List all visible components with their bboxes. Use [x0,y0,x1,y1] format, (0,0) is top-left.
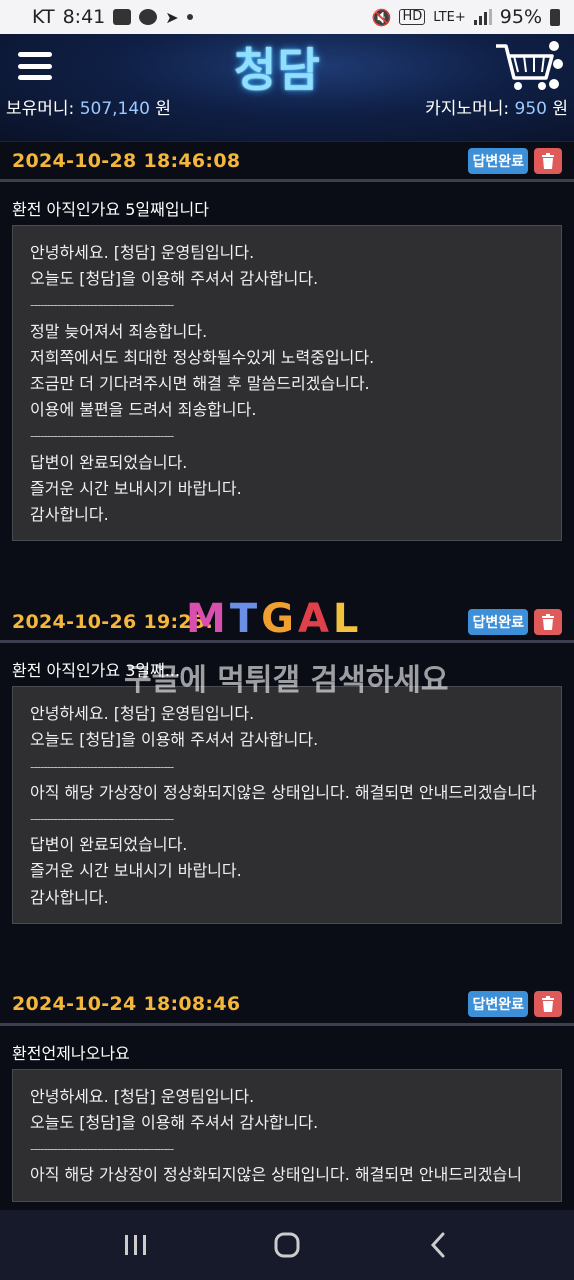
site-logo[interactable]: 청담 [234,34,321,100]
answer-line: 오늘도 [청담]을 이용해 주셔서 감사합니다. [30,730,319,750]
answer-divider: ----------------------------------------… [30,429,174,444]
casino-money: 카지노머니: 950 원 [425,94,568,119]
held-money: 보유머니: 507,140 원 [6,94,171,119]
answer-box: 안녕하세요. [청담] 운영팀입니다. 오늘도 [청담]을 이용해 주셔서 감사… [12,686,562,924]
answer-line: 즐거운 시간 보내시기 바랍니다. [30,861,242,881]
casino-money-unit: 원 [552,99,568,119]
answer-line: 즐거운 시간 보내시기 바랍니다. [30,478,242,498]
telegram-icon: ➤ [165,7,179,27]
inquiry-header: 2024-10-24 18:08:46 답변완료 [0,986,574,1026]
delete-button[interactable] [534,991,562,1018]
status-left: KT 8:41 ➤ [32,6,193,28]
gallery-icon [113,9,132,25]
casino-money-label: 카지노머니: [425,99,510,119]
inquiry-actions: 답변완료 [468,147,562,174]
chat-icon [139,9,158,25]
hamburger-menu-icon[interactable] [18,52,52,80]
answer-line: 감사합니다. [30,887,109,907]
inquiry-header: 2024-10-28 18:46:08 답변완료 [0,142,574,182]
system-nav-bar [0,1210,574,1280]
answered-badge: 답변완료 [468,608,528,635]
answer-line: 안녕하세요. [청담] 운영팀입니다. [30,243,255,262]
answer-line: 아직 해당 가상장이 정상화되지않은 상태입니다. 해결되면 안내드리겠습니다 [30,782,537,802]
hd-icon: HD [399,9,426,25]
more-dot-icon [186,14,193,20]
answer-line: 안녕하세요. [청담] 운영팀입니다. [30,704,255,724]
inquiry-title[interactable]: 환전언제나오나요 [0,1026,574,1069]
inquiry-header: 2024-10-26 19:25: 답변완료 [0,603,574,644]
inquiry-item: 2024-10-26 19:25: 답변완료 환전 아직인가요 3일째... 안… [0,603,574,986]
answer-divider: ----------------------------------------… [30,759,174,774]
inquiry-list: 2024-10-28 18:46:08 답변완료 환전 아직인가요 5일째입니다… [0,142,574,1202]
inquiry-item: 2024-10-28 18:46:08 답변완료 환전 아직인가요 5일째입니다… [0,142,574,603]
trash-icon [542,996,554,1013]
inquiry-title[interactable]: 환전 아직인가요 5일째입니다 [0,182,574,225]
answer-line: 조금만 더 기다려주시면 해결 후 말씀드리겠습니다. [30,374,370,394]
answer-line: 저희쪽에서도 최대한 정상화될수있게 노력중입니다. [30,347,375,367]
answer-divider: ----------------------------------------… [30,298,174,313]
recent-apps-button[interactable] [116,1225,156,1265]
answer-line: 안녕하세요. [청담] 운영팀입니다. [30,1086,255,1106]
home-button[interactable] [267,1225,307,1265]
trash-icon [542,613,554,630]
signal-icon [473,9,492,25]
answered-badge: 답변완료 [468,991,528,1018]
battery-icon [550,8,560,26]
held-money-unit: 원 [155,99,172,119]
app-header: 청담 보유머니: 507,140 원 카지노머니: 950 원 [0,34,574,142]
inquiry-date: 2024-10-28 18:46:08 [12,149,241,172]
status-bar: KT 8:41 ➤ 🔇 HD LTE+ 95% [0,0,574,34]
answer-line: 오늘도 [청담]을 이용해 주셔서 감사합니다. [30,269,319,289]
delete-button[interactable] [534,608,562,635]
inquiry-title[interactable]: 환전 아직인가요 3일째... [0,643,574,686]
answer-line: 답변이 완료되었습니다. [30,835,188,855]
battery-percent: 95% [499,6,542,28]
answer-line: 감사합니다. [30,505,109,525]
held-money-value: 507,140 [79,99,151,119]
answer-divider: ----------------------------------------… [30,812,174,827]
answer-divider: ----------------------------------------… [30,1142,174,1157]
casino-money-value: 950 [514,99,547,119]
answer-box: 안녕하세요. [청담] 운영팀입니다. 오늘도 [청담]을 이용해 주셔서 감사… [12,225,562,542]
answer-line: 정말 늦어져서 죄송합니다. [30,321,208,341]
answer-box: 안녕하세요. [청담] 운영팀입니다. 오늘도 [청담]을 이용해 주셔서 감사… [12,1068,562,1202]
answer-line: 답변이 완료되었습니다. [30,452,188,472]
answer-line: 아직 해당 가상장이 정상화되지않은 상태입니다. 해결되면 안내드리겠습니 [30,1165,522,1185]
network-label: LTE+ [433,9,466,25]
trash-icon [542,152,554,169]
inquiry-actions: 답변완료 [468,991,562,1018]
clock: 8:41 [62,6,106,28]
mute-icon: 🔇 [371,7,392,27]
carrier: KT [32,6,55,28]
answer-line: 이용에 불편을 드려서 죄송합니다. [30,400,257,420]
held-money-label: 보유머니: [6,99,75,119]
inquiry-date: 2024-10-24 18:08:46 [12,993,241,1016]
answer-line: 오늘도 [청담]을 이용해 주셔서 감사합니다. [30,1113,319,1133]
back-button[interactable] [418,1225,458,1265]
inquiry-actions: 답변완료 [468,608,562,635]
inquiry-date: 2024-10-26 19:25: [12,610,214,633]
inquiry-item: 2024-10-24 18:08:46 답변완료 환전언제나오나요 안녕하세요.… [0,986,574,1202]
answered-badge: 답변완료 [468,147,528,174]
shopping-cart-icon[interactable] [494,40,564,94]
delete-button[interactable] [534,147,562,174]
status-right: 🔇 HD LTE+ 95% [372,6,560,28]
